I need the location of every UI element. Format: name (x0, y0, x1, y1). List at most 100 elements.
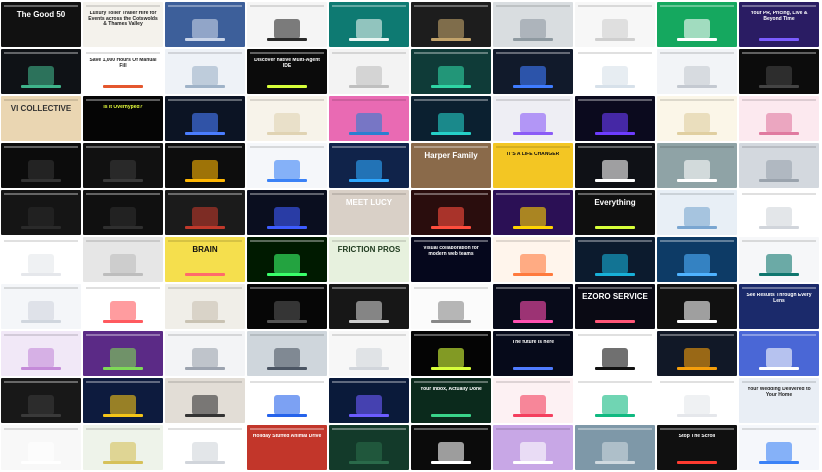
website-thumbnail[interactable] (1, 237, 81, 282)
website-thumbnail[interactable]: Visual collaboration for modern web team… (411, 237, 491, 282)
website-thumbnail[interactable] (493, 96, 573, 141)
website-thumbnail[interactable] (1, 49, 81, 94)
website-thumbnail[interactable] (493, 425, 573, 470)
website-thumbnail[interactable] (165, 331, 245, 376)
website-thumbnail[interactable]: Holiday Stuffed Animal Drive (247, 425, 327, 470)
website-thumbnail[interactable]: Is it Overhyped? (83, 96, 163, 141)
website-thumbnail[interactable] (411, 190, 491, 235)
website-thumbnail[interactable] (657, 284, 737, 329)
website-thumbnail[interactable] (1, 425, 81, 470)
website-thumbnail[interactable] (411, 96, 491, 141)
website-thumbnail[interactable] (575, 96, 655, 141)
website-thumbnail[interactable]: IT'S A LIFE CHANGER (493, 143, 573, 188)
website-thumbnail[interactable] (83, 143, 163, 188)
website-thumbnail[interactable] (329, 2, 409, 47)
website-thumbnail[interactable] (329, 331, 409, 376)
website-thumbnail[interactable] (657, 96, 737, 141)
website-thumbnail[interactable]: The future is here (493, 331, 573, 376)
website-thumbnail[interactable] (247, 378, 327, 423)
website-thumbnail[interactable] (575, 331, 655, 376)
website-thumbnail[interactable] (493, 2, 573, 47)
website-thumbnail[interactable]: EZORO SERVICE (575, 284, 655, 329)
website-thumbnail[interactable] (575, 378, 655, 423)
website-thumbnail[interactable] (247, 190, 327, 235)
website-thumbnail[interactable] (411, 331, 491, 376)
website-thumbnail[interactable] (657, 190, 737, 235)
website-thumbnail[interactable] (165, 2, 245, 47)
website-thumbnail[interactable]: Discover native Multi-Agent IDE (247, 49, 327, 94)
website-thumbnail[interactable] (247, 96, 327, 141)
website-thumbnail[interactable] (493, 237, 573, 282)
website-thumbnail[interactable]: Your PR, Pricing, Live & Beyond Time (739, 2, 819, 47)
website-thumbnail[interactable] (739, 190, 819, 235)
website-thumbnail[interactable]: Your Wedding Delivered to Your Home (739, 378, 819, 423)
website-thumbnail[interactable] (247, 143, 327, 188)
website-thumbnail[interactable]: VI COLLECTIVE (1, 96, 81, 141)
website-thumbnail[interactable] (247, 2, 327, 47)
website-thumbnail[interactable] (1, 190, 81, 235)
website-thumbnail[interactable]: Luxury Toiler Trailer Hire for Events ac… (83, 2, 163, 47)
website-thumbnail[interactable] (83, 378, 163, 423)
website-thumbnail[interactable] (83, 284, 163, 329)
website-thumbnail[interactable]: Your inbox, Actually Done (411, 378, 491, 423)
website-thumbnail[interactable] (575, 49, 655, 94)
website-thumbnail[interactable] (575, 143, 655, 188)
website-thumbnail[interactable] (493, 190, 573, 235)
website-thumbnail[interactable] (411, 284, 491, 329)
website-thumbnail[interactable] (83, 190, 163, 235)
website-thumbnail[interactable] (657, 2, 737, 47)
website-thumbnail[interactable] (411, 2, 491, 47)
website-thumbnail[interactable] (739, 331, 819, 376)
website-thumbnail[interactable] (165, 49, 245, 94)
website-thumbnail[interactable]: Stop The Scroll (657, 425, 737, 470)
website-thumbnail[interactable]: Everything (575, 190, 655, 235)
website-thumbnail[interactable] (83, 331, 163, 376)
website-thumbnail[interactable] (739, 425, 819, 470)
website-thumbnail[interactable]: FRICTION PROS (329, 237, 409, 282)
website-thumbnail[interactable] (329, 143, 409, 188)
website-thumbnail[interactable] (1, 378, 81, 423)
website-thumbnail[interactable] (411, 49, 491, 94)
website-thumbnail[interactable] (165, 284, 245, 329)
website-thumbnail[interactable] (657, 378, 737, 423)
website-thumbnail[interactable]: Harper Family (411, 143, 491, 188)
website-thumbnail[interactable] (329, 425, 409, 470)
website-thumbnail[interactable] (329, 96, 409, 141)
website-thumbnail[interactable] (493, 284, 573, 329)
website-thumbnail[interactable] (493, 49, 573, 94)
website-thumbnail[interactable]: MEET LUCY (329, 190, 409, 235)
website-thumbnail[interactable] (739, 143, 819, 188)
website-thumbnail[interactable] (1, 284, 81, 329)
website-thumbnail[interactable] (165, 96, 245, 141)
website-thumbnail[interactable] (657, 237, 737, 282)
website-thumbnail[interactable] (247, 237, 327, 282)
website-thumbnail[interactable] (739, 96, 819, 141)
website-thumbnail[interactable]: Save 1,000 Hours Of Manual Fill (83, 49, 163, 94)
website-thumbnail[interactable] (1, 143, 81, 188)
website-thumbnail[interactable] (657, 331, 737, 376)
website-thumbnail[interactable] (329, 284, 409, 329)
website-thumbnail[interactable]: See Results Through Every Lens (739, 284, 819, 329)
website-thumbnail[interactable] (739, 49, 819, 94)
website-thumbnail[interactable] (739, 237, 819, 282)
website-thumbnail[interactable] (411, 425, 491, 470)
website-thumbnail[interactable] (83, 237, 163, 282)
website-thumbnail[interactable] (575, 2, 655, 47)
website-thumbnail[interactable] (165, 378, 245, 423)
website-thumbnail[interactable] (1, 331, 81, 376)
website-thumbnail[interactable] (575, 237, 655, 282)
website-thumbnail[interactable] (165, 143, 245, 188)
website-thumbnail[interactable]: BRAIN (165, 237, 245, 282)
website-thumbnail[interactable] (247, 331, 327, 376)
website-thumbnail[interactable] (493, 378, 573, 423)
website-thumbnail[interactable] (329, 378, 409, 423)
website-thumbnail[interactable] (83, 425, 163, 470)
website-thumbnail[interactable] (165, 190, 245, 235)
website-thumbnail[interactable] (329, 49, 409, 94)
website-thumbnail[interactable] (247, 284, 327, 329)
website-thumbnail[interactable] (165, 425, 245, 470)
website-thumbnail[interactable]: The Good 50 (1, 2, 81, 47)
website-thumbnail[interactable] (657, 49, 737, 94)
website-thumbnail[interactable] (657, 143, 737, 188)
website-thumbnail[interactable] (575, 425, 655, 470)
